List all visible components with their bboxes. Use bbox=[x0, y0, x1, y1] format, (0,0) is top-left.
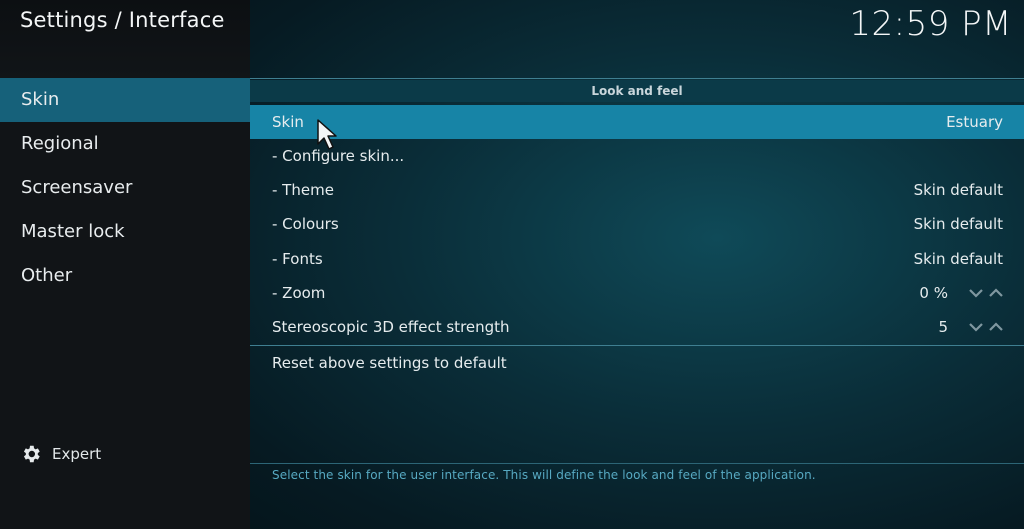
help-text: Select the skin for the user interface. … bbox=[272, 468, 816, 482]
setting-row-stereoscopic-strength[interactable]: Stereoscopic 3D effect strength 5 bbox=[250, 310, 1024, 344]
setting-row-configure-skin[interactable]: - Configure skin... bbox=[250, 139, 1024, 173]
reset-settings-button[interactable]: Reset above settings to default bbox=[250, 346, 1024, 380]
clock: 12:59 PM bbox=[849, 4, 1012, 44]
sidebar-item-screensaver[interactable]: Screensaver bbox=[0, 166, 250, 210]
setting-label: - Fonts bbox=[272, 250, 323, 268]
mouse-pointer-icon bbox=[317, 119, 337, 150]
sidebar-item-regional[interactable]: Regional bbox=[0, 122, 250, 166]
setting-label: - Configure skin... bbox=[272, 147, 405, 165]
setting-value: Estuary bbox=[946, 113, 1003, 131]
setting-value: 0 % bbox=[919, 284, 948, 302]
setting-value: Skin default bbox=[913, 250, 1003, 268]
zoom-spinner bbox=[969, 276, 1003, 310]
stereoscopic-spinner bbox=[969, 310, 1003, 344]
setting-label: Stereoscopic 3D effect strength bbox=[272, 318, 510, 336]
setting-label: - Colours bbox=[272, 215, 339, 233]
expert-level-button[interactable]: Expert bbox=[20, 442, 101, 466]
reset-label: Reset above settings to default bbox=[272, 354, 507, 372]
setting-value: Skin default bbox=[913, 181, 1003, 199]
chevron-up-icon[interactable] bbox=[989, 322, 1003, 332]
setting-row-colours[interactable]: - Colours Skin default bbox=[250, 207, 1024, 241]
section-title: Look and feel bbox=[250, 80, 1024, 102]
expert-label: Expert bbox=[52, 445, 102, 463]
chevron-up-icon[interactable] bbox=[989, 288, 1003, 298]
sidebar-item-skin[interactable]: Skin bbox=[0, 78, 250, 122]
setting-label: Skin bbox=[272, 113, 304, 131]
setting-row-skin[interactable]: Skin Estuary bbox=[250, 105, 1024, 139]
setting-row-theme[interactable]: - Theme Skin default bbox=[250, 173, 1024, 207]
gear-icon bbox=[23, 445, 40, 463]
header-divider bbox=[250, 78, 1024, 79]
chevron-down-icon[interactable] bbox=[969, 322, 983, 332]
setting-label: - Theme bbox=[272, 181, 334, 199]
setting-row-fonts[interactable]: - Fonts Skin default bbox=[250, 242, 1024, 276]
sidebar-item-master-lock[interactable]: Master lock bbox=[0, 210, 250, 254]
page-title: Settings / Interface bbox=[20, 8, 225, 32]
setting-value: Skin default bbox=[913, 215, 1003, 233]
footer-divider bbox=[250, 463, 1024, 464]
setting-label: - Zoom bbox=[272, 284, 326, 302]
setting-row-zoom[interactable]: - Zoom 0 % bbox=[250, 276, 1024, 310]
sidebar-item-other[interactable]: Other bbox=[0, 254, 250, 298]
chevron-down-icon[interactable] bbox=[969, 288, 983, 298]
setting-value: 5 bbox=[938, 318, 948, 336]
